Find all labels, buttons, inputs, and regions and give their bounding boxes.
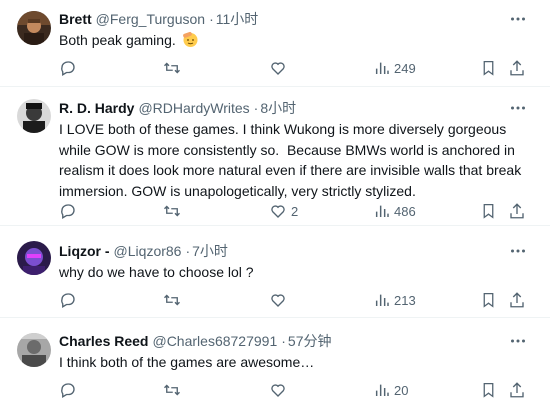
reply-text-line: while GOW is more consistently so. Becau…: [59, 141, 515, 158]
author-name[interactable]: Liqzor -: [59, 243, 110, 259]
timestamp[interactable]: 57分钟: [288, 333, 332, 349]
views-icon: [375, 294, 389, 306]
view-count: 249: [394, 60, 416, 76]
share-icon: [510, 203, 524, 219]
comment-icon: [61, 293, 75, 308]
views-button[interactable]: 249: [374, 58, 416, 78]
share-icon: [510, 60, 524, 76]
like-count: 2: [291, 203, 299, 219]
author-handle[interactable]: @Charles68727991: [152, 333, 277, 349]
avatar[interactable]: [17, 241, 51, 275]
views-button[interactable]: 213: [374, 290, 416, 310]
repost-icon: [164, 205, 180, 217]
heart-icon: [271, 62, 285, 75]
heart-icon: [271, 384, 285, 397]
views-icon: [375, 384, 389, 396]
reply-item[interactable]: Liqzor - @Liqzor86 · 7小时 why do we have to …: [0, 226, 550, 318]
view-count: 486: [394, 203, 416, 219]
avatar[interactable]: [17, 99, 51, 133]
view-count: 213: [394, 292, 416, 308]
reply-item[interactable]: Charles Reed @Charles68727991 · 57分钟 I thin…: [0, 318, 550, 411]
bookmark-button[interactable]: [480, 58, 497, 78]
more-options-icon[interactable]: [509, 99, 527, 117]
share-icon: [510, 292, 524, 308]
author-handle[interactable]: @Ferg_Turguson: [96, 11, 205, 27]
saluting-face-emoji: [182, 31, 199, 48]
like-button[interactable]: [269, 380, 287, 400]
reply-button[interactable]: [59, 58, 77, 78]
repost-button[interactable]: [162, 380, 182, 400]
more-options-icon[interactable]: [509, 332, 527, 350]
share-button[interactable]: [508, 380, 526, 400]
reply-button[interactable]: [59, 290, 77, 310]
reply-item[interactable]: R. D. Hardy @RDHardyWrites · 8小时 I LOVE bot…: [0, 87, 550, 226]
reply-text: Both peak gaming.: [59, 32, 176, 48]
author-name[interactable]: Charles Reed: [59, 333, 148, 349]
author-name[interactable]: Brett: [59, 11, 92, 27]
bookmark-button[interactable]: [480, 380, 497, 400]
bookmark-icon: [483, 60, 494, 76]
bookmark-icon: [483, 382, 494, 398]
avatar[interactable]: [17, 333, 51, 367]
separator: ·: [209, 11, 214, 27]
reply-item[interactable]: Brett @Ferg_Turguson · 11小时 Both peak gamin…: [0, 0, 550, 87]
like-button[interactable]: [269, 290, 287, 310]
heart-icon: [271, 205, 285, 218]
comment-icon: [61, 61, 75, 76]
share-button[interactable]: [508, 58, 526, 78]
avatar[interactable]: [17, 11, 51, 45]
views-button[interactable]: 20: [374, 380, 408, 400]
bookmark-button[interactable]: [480, 290, 497, 310]
repost-icon: [164, 294, 180, 306]
reply-text-line: immersion. GOW is unapologetically, very…: [59, 182, 416, 199]
reply-text-line: I LOVE both of these games. I think Wuko…: [59, 121, 507, 137]
like-button[interactable]: 2: [269, 201, 298, 221]
comment-icon: [61, 204, 75, 219]
reply-button[interactable]: [59, 380, 77, 400]
more-options-icon[interactable]: [509, 242, 527, 260]
bookmark-button[interactable]: [480, 201, 497, 221]
repost-button[interactable]: [162, 290, 182, 310]
reply-text: I think both of the games are awesome…: [59, 354, 315, 370]
repost-icon: [164, 62, 180, 74]
timestamp[interactable]: 7小时: [192, 243, 228, 259]
bookmark-icon: [483, 203, 494, 219]
more-options-icon[interactable]: [509, 10, 527, 28]
view-count: 20: [394, 382, 409, 398]
timestamp[interactable]: 8小时: [260, 100, 296, 116]
share-icon: [510, 382, 524, 398]
repost-button[interactable]: [162, 201, 182, 221]
reply-text: why do we have to choose lol ?: [59, 264, 254, 280]
comment-icon: [61, 383, 75, 398]
author-handle[interactable]: @RDHardyWrites: [138, 100, 249, 116]
timestamp[interactable]: 11小时: [216, 11, 259, 27]
views-button[interactable]: 486: [374, 201, 416, 221]
bookmark-icon: [483, 292, 494, 308]
author-handle[interactable]: @Liqzor86: [114, 243, 182, 259]
separator: ·: [281, 333, 286, 349]
separator: ·: [253, 100, 259, 116]
heart-icon: [271, 294, 285, 307]
repost-button[interactable]: [162, 58, 182, 78]
share-button[interactable]: [508, 201, 526, 221]
reply-text-line: realism it does look more natural even i…: [59, 162, 522, 178]
separator: ·: [185, 243, 191, 259]
author-name[interactable]: R. D. Hardy: [59, 100, 134, 116]
views-icon: [375, 205, 389, 217]
reply-button[interactable]: [59, 201, 77, 221]
repost-icon: [164, 384, 180, 396]
like-button[interactable]: [269, 58, 287, 78]
share-button[interactable]: [508, 290, 526, 310]
views-icon: [375, 62, 389, 74]
